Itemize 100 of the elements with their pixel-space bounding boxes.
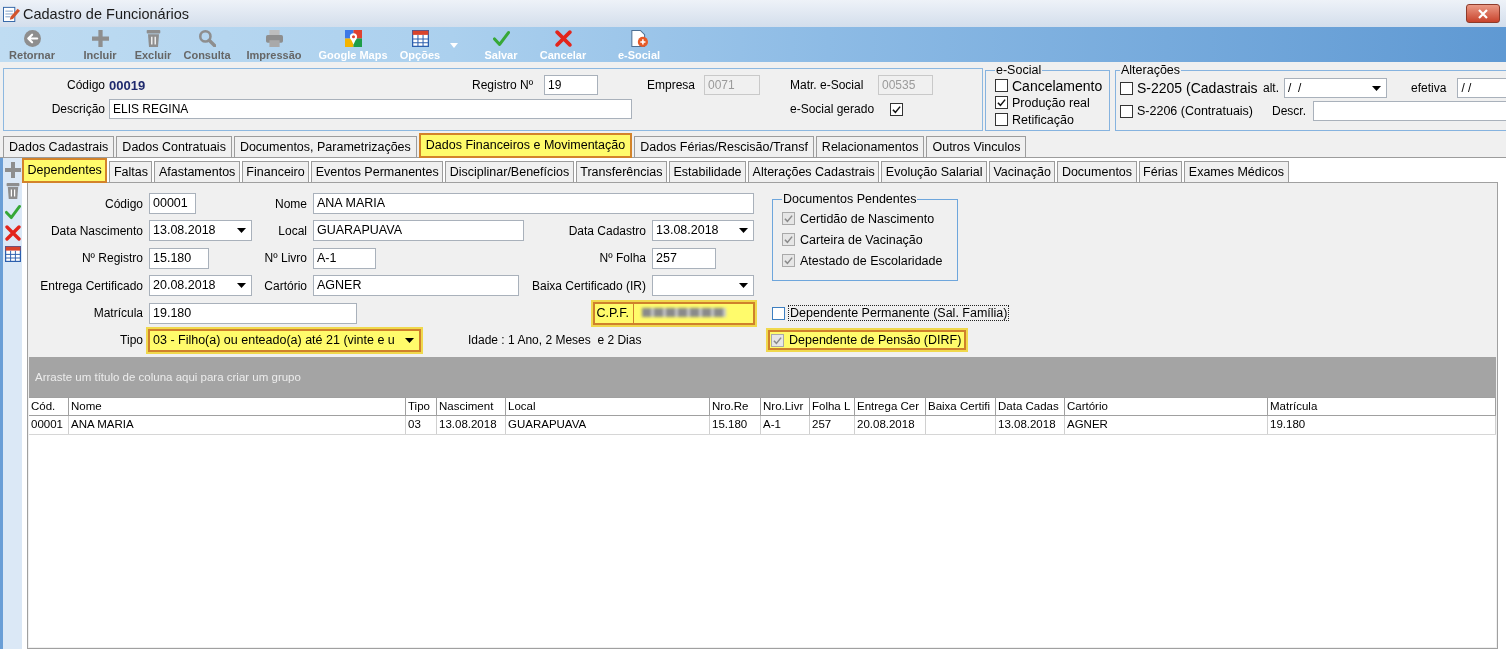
tab[interactable]: Documentos, Parametrizações: [233, 136, 417, 157]
text-field[interactable]: AGNER: [313, 275, 519, 297]
tab[interactable]: Relacionamentos: [815, 136, 925, 157]
column-header[interactable]: Entrega Cer: [855, 397, 926, 415]
checkbox[interactable]: [772, 306, 785, 320]
text-field[interactable]: 19: [544, 75, 598, 95]
date-field[interactable]: / /: [1457, 78, 1506, 98]
column-header[interactable]: Nasciment: [437, 397, 506, 415]
close-button[interactable]: [1466, 4, 1500, 23]
date-dropdown[interactable]: 13.08.2018: [652, 220, 754, 242]
text-field[interactable]: A-1: [313, 247, 376, 269]
text-field[interactable]: 19.180: [149, 302, 357, 324]
tab[interactable]: Faltas: [109, 161, 153, 182]
date-dropdown[interactable]: 13.08.2018: [149, 220, 252, 242]
text-field[interactable]: ELIS REGINA: [109, 99, 632, 119]
field-label: Nome: [275, 196, 307, 211]
field-label: Data Nascimento: [50, 223, 143, 238]
column-header[interactable]: Matrícula: [1268, 397, 1496, 415]
check-icon: [784, 214, 793, 223]
cross-icon[interactable]: [4, 225, 21, 241]
column-header[interactable]: Tipo: [406, 397, 437, 415]
field-label: Baixa Certificado (IR): [531, 278, 646, 293]
tab[interactable]: Dados Contratuais: [116, 136, 232, 157]
table-cell: 13.08.2018: [437, 415, 506, 434]
table-icon: [411, 30, 429, 47]
window-title: Cadastro de Funcionários: [23, 5, 190, 22]
tab[interactable]: Dados Cadastrais: [3, 136, 115, 157]
checkbox[interactable]: [1120, 104, 1133, 118]
text-field[interactable]: 15.180: [149, 247, 209, 269]
checkbox[interactable]: [995, 79, 1008, 92]
field-label: Tipo: [120, 333, 143, 348]
date-dropdown[interactable]: [652, 275, 754, 297]
field-label: Código: [104, 196, 143, 211]
checkbox-label: Carteira de Vacinação: [800, 232, 923, 247]
tab[interactable]: Disciplinar/Benefícios: [445, 161, 574, 182]
tab[interactable]: Dependentes: [22, 158, 108, 183]
text-field[interactable]: 257: [652, 247, 716, 269]
field-label: Data Cadastro: [568, 223, 646, 238]
field-label: Descrição: [51, 102, 105, 116]
table-cell: 20.08.2018: [855, 415, 926, 434]
column-header[interactable]: Folha L: [810, 397, 855, 415]
document-icon: [630, 30, 648, 47]
tab[interactable]: Evolução Salarial: [881, 161, 987, 182]
text-field[interactable]: 00001: [149, 193, 196, 214]
field-label: Cartório: [264, 278, 307, 293]
table-cell: 19.180: [1268, 415, 1496, 434]
checkbox[interactable]: [1120, 81, 1133, 95]
column-header[interactable]: Nro.Livr: [761, 397, 810, 415]
caret-icon: [237, 283, 246, 289]
tab[interactable]: Eventos Permanentes: [311, 161, 444, 182]
checkbox[interactable]: [995, 113, 1008, 126]
check-icon[interactable]: [4, 204, 21, 220]
field-label: Matrícula: [93, 306, 143, 321]
column-header[interactable]: Cartório: [1065, 397, 1268, 415]
table-cell: GUARAPUAVA: [506, 415, 710, 434]
tab[interactable]: Estabilidade: [668, 161, 747, 182]
tab[interactable]: Outros Vinculos: [926, 136, 1027, 157]
caret-icon: [450, 43, 458, 48]
column-header[interactable]: Nro.Re: [710, 397, 761, 415]
field-label: Entrega Certificado: [40, 278, 143, 293]
plus-icon: [91, 30, 109, 47]
date-dropdown[interactable]: / /: [1284, 78, 1387, 98]
text-field[interactable]: [1313, 101, 1506, 121]
tab[interactable]: Transferências: [575, 161, 667, 182]
tab[interactable]: Alterações Cadastrais: [748, 161, 880, 182]
field-label: Registro Nº: [472, 78, 534, 92]
checkbox-label: Atestado de Escolaridade: [800, 253, 943, 268]
column-header[interactable]: Data Cadas: [996, 397, 1065, 415]
back-arrow-icon: [23, 30, 41, 47]
tab[interactable]: Férias: [1138, 161, 1183, 182]
table-cell: AGNER: [1065, 415, 1268, 434]
group-title: Alterações: [1120, 64, 1182, 77]
column-header[interactable]: Cód.: [29, 397, 69, 415]
map-tile-icon: [344, 30, 362, 47]
tab[interactable]: Documentos: [1057, 161, 1137, 182]
checkbox[interactable]: [995, 96, 1008, 109]
tab[interactable]: Afastamentos: [154, 161, 240, 182]
tab[interactable]: Financeiro: [241, 161, 310, 182]
table-cell: ANA MARIA: [69, 415, 406, 434]
field-label: Código: [66, 78, 105, 92]
tab[interactable]: Vacinação: [988, 161, 1056, 182]
caret-icon: [405, 337, 414, 343]
text-field[interactable]: ANA MARIA: [313, 193, 754, 214]
date-dropdown[interactable]: 20.08.2018: [149, 275, 252, 297]
cross-icon: [554, 30, 572, 47]
checkbox-label: Retificação: [1012, 112, 1074, 127]
code-value: 00019: [109, 77, 146, 93]
checkbox[interactable]: [890, 102, 903, 116]
check-icon: [773, 335, 782, 345]
column-header[interactable]: Nome: [69, 397, 406, 415]
tab[interactable]: Dados Financeiros e Movimentação: [418, 133, 633, 158]
text-field[interactable]: GUARAPUAVA: [313, 220, 524, 242]
column-header[interactable]: Local: [506, 397, 710, 415]
table-cell: 257: [810, 415, 855, 434]
check-icon: [784, 235, 793, 244]
field-label: Descr.: [1272, 104, 1306, 118]
tab[interactable]: Exames Médicos: [1184, 161, 1289, 182]
tab[interactable]: Dados Férias/Rescisão/Transf: [634, 136, 814, 157]
column-header[interactable]: Baixa Certifi: [926, 397, 996, 415]
table-icon[interactable]: [4, 246, 21, 262]
